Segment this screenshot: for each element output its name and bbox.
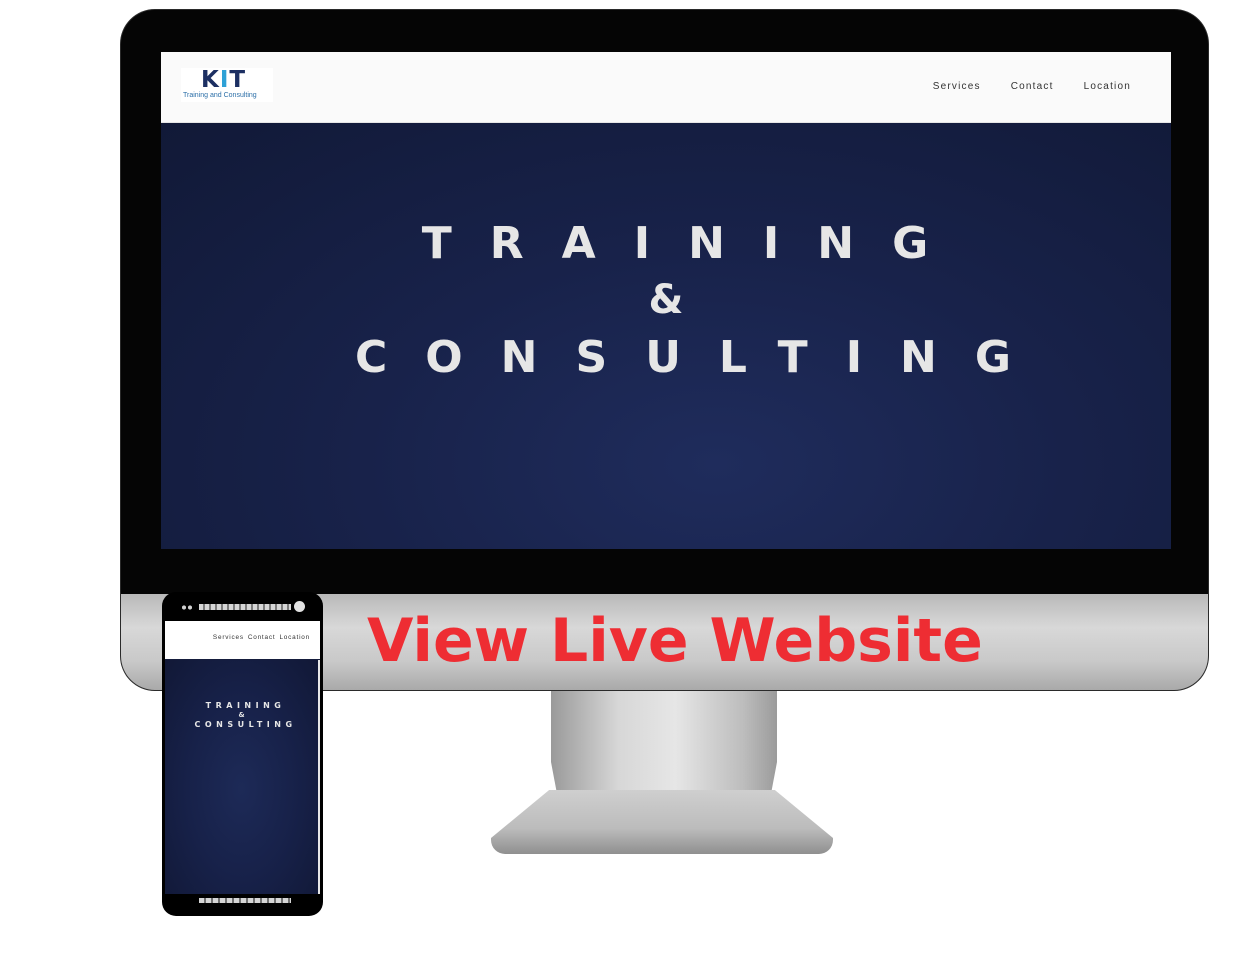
mobile-screen: Services Contact Location TRAINING & CON… bbox=[165, 621, 320, 894]
mobile-phone: Services Contact Location TRAINING & CON… bbox=[162, 592, 323, 916]
mobile-hero-title-training: TRAINING bbox=[205, 701, 286, 710]
mobile-hero: TRAINING & CONSULTING bbox=[165, 660, 320, 894]
mobile-header: Services Contact Location bbox=[165, 621, 320, 659]
phone-sensor-icon bbox=[182, 605, 194, 610]
phone-bottom-bar bbox=[199, 898, 291, 903]
mockup-stage: KIT Training and Consulting Services Con… bbox=[0, 0, 1246, 963]
phone-camera-icon bbox=[294, 601, 305, 612]
phone-speaker-icon bbox=[199, 604, 291, 610]
nav-link-location[interactable]: Location bbox=[1084, 81, 1131, 92]
mobile-nav-link-location[interactable]: Location bbox=[279, 634, 310, 641]
view-live-website-link[interactable]: View Live Website bbox=[367, 605, 983, 677]
phone-top-bar bbox=[162, 592, 323, 622]
mobile-nav: Services Contact Location bbox=[213, 634, 310, 641]
hero-title-ampersand: & bbox=[648, 277, 684, 323]
logo-mark: KIT bbox=[201, 67, 247, 93]
mobile-nav-link-services[interactable]: Services bbox=[213, 634, 244, 641]
desktop-screen: KIT Training and Consulting Services Con… bbox=[161, 52, 1171, 549]
mobile-nav-link-contact[interactable]: Contact bbox=[248, 634, 276, 641]
monitor-stand-base bbox=[491, 790, 833, 854]
logo-tagline: Training and Consulting bbox=[183, 92, 257, 99]
desktop-nav: Services Contact Location bbox=[933, 81, 1131, 92]
nav-link-contact[interactable]: Contact bbox=[1011, 81, 1054, 92]
nav-link-services[interactable]: Services bbox=[933, 81, 981, 92]
site-header: KIT Training and Consulting Services Con… bbox=[161, 52, 1171, 123]
mobile-hero-title-ampersand: & bbox=[238, 711, 245, 719]
site-logo[interactable]: KIT Training and Consulting bbox=[181, 67, 273, 102]
hero-title-consulting: CONSULTING bbox=[354, 332, 1049, 383]
desktop-hero: TRAINING & CONSULTING bbox=[161, 123, 1171, 549]
mobile-hero-title-consulting: CONSULTING bbox=[194, 720, 297, 729]
hero-title-training: TRAINING bbox=[421, 218, 967, 269]
